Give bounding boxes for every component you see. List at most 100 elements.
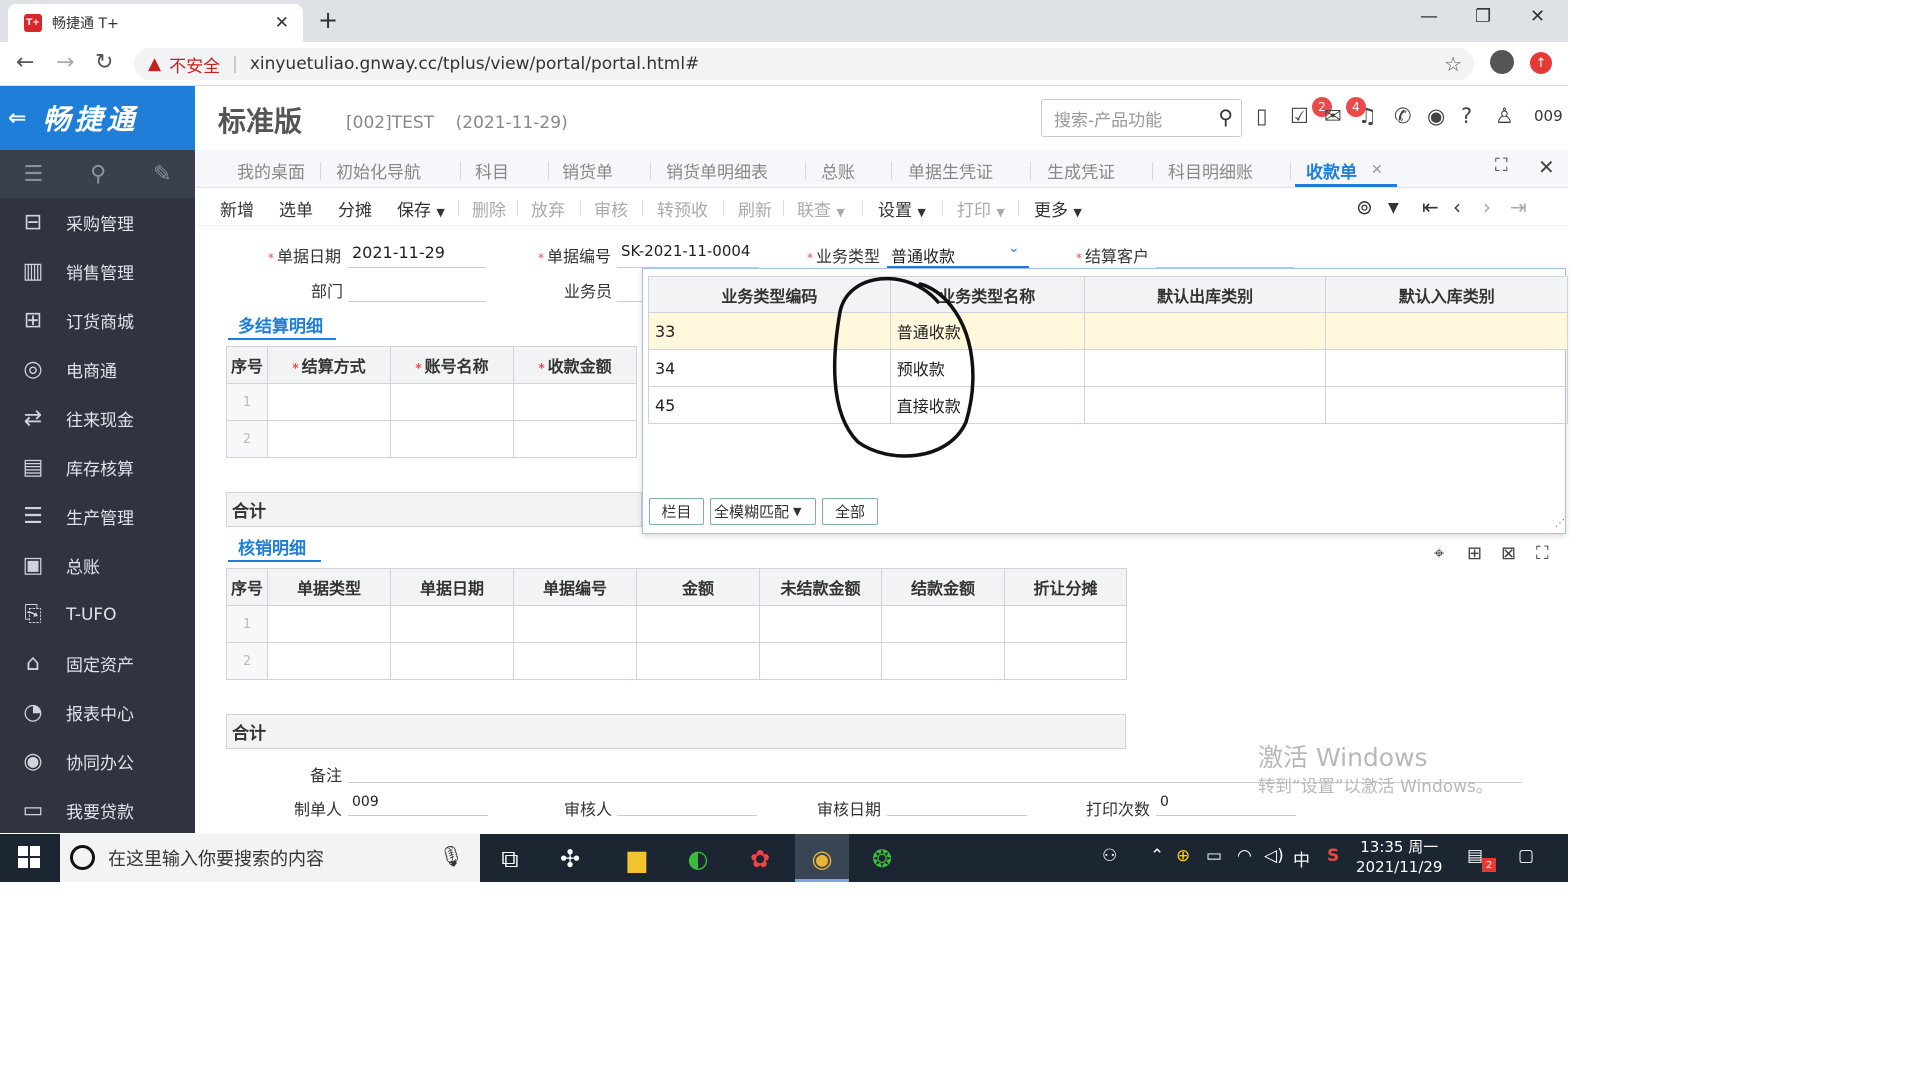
- tray-expand-icon[interactable]: ⌃: [1150, 846, 1164, 866]
- ime-indicator[interactable]: 中: [1293, 846, 1310, 871]
- browser-tab[interactable]: T+ 畅捷通 T+ ✕: [8, 4, 303, 42]
- show-all-button[interactable]: 全部: [822, 498, 878, 525]
- edit-menu-icon[interactable]: ✎: [153, 162, 171, 187]
- product-search-input[interactable]: 搜索-产品功能 ⚲: [1041, 99, 1242, 137]
- battery-icon[interactable]: ▭: [1206, 846, 1222, 866]
- sidebar-item[interactable]: ⊟ 采购管理: [0, 198, 195, 247]
- action-center-icon[interactable]: ▢: [1518, 846, 1534, 866]
- tab-item[interactable]: 科目明细账: [1168, 158, 1253, 183]
- search-icon[interactable]: ⚲: [1218, 105, 1233, 129]
- expand-icon[interactable]: ⛶: [1536, 543, 1549, 564]
- back-button[interactable]: ←: [16, 50, 34, 75]
- paint-app-icon[interactable]: ✿: [740, 840, 780, 878]
- search-menu-icon[interactable]: ⚲: [90, 162, 106, 187]
- sidebar-item[interactable]: ⎘ T-UFO: [0, 590, 195, 639]
- tab-item[interactable]: 科目: [475, 158, 509, 183]
- save-button[interactable]: 保存 ▼: [397, 196, 445, 221]
- add-row-icon[interactable]: ⊞: [1467, 543, 1482, 564]
- message-icon[interactable]: ✉: [1324, 104, 1342, 128]
- tasks-icon[interactable]: ☑: [1290, 104, 1309, 128]
- chevron-down-icon[interactable]: ▼: [1388, 200, 1399, 216]
- phone-icon[interactable]: ✆: [1394, 104, 1412, 128]
- settings-button[interactable]: 设置 ▼: [878, 196, 926, 221]
- date-field[interactable]: 2021-11-29: [352, 243, 445, 262]
- sidebar-item[interactable]: ▣ 总账: [0, 541, 195, 590]
- match-mode-select[interactable]: 全模糊匹配 ▼: [710, 498, 816, 525]
- tab-item[interactable]: 销货单: [562, 158, 613, 183]
- sidebar-item[interactable]: ⌂ 固定资产: [0, 639, 195, 688]
- dept-field[interactable]: [348, 301, 486, 302]
- calculator-icon[interactable]: ▯: [1256, 104, 1268, 128]
- fullscreen-icon[interactable]: ⛶: [1495, 155, 1508, 176]
- first-record-icon[interactable]: ⇤: [1422, 195, 1439, 219]
- update-icon[interactable]: ↑: [1530, 52, 1552, 74]
- sidebar-item[interactable]: ◉ 协同办公: [0, 737, 195, 786]
- view-options-icon[interactable]: ⊚: [1356, 195, 1373, 219]
- table-row[interactable]: 2: [226, 420, 637, 458]
- sidebar-item[interactable]: ▤ 库存核算: [0, 443, 195, 492]
- audit-button[interactable]: 审核: [594, 196, 628, 221]
- tab-item[interactable]: 初始化导航: [336, 158, 421, 183]
- notification-icon[interactable]: ▤: [1467, 846, 1483, 866]
- close-window-button[interactable]: ✕: [1530, 6, 1545, 27]
- bell-icon[interactable]: ♫: [1358, 104, 1377, 128]
- next-record-icon[interactable]: ›: [1483, 195, 1491, 219]
- volume-icon[interactable]: ◁): [1264, 846, 1284, 866]
- microphone-icon[interactable]: 🎙: [439, 844, 464, 868]
- help-icon[interactable]: ?: [1461, 104, 1472, 128]
- settlement-section-title[interactable]: 多结算明细: [238, 312, 323, 337]
- discard-button[interactable]: 放弃: [531, 196, 565, 221]
- app-logo[interactable]: ⇐ 畅捷通: [0, 86, 195, 150]
- table-row[interactable]: 2: [226, 642, 1127, 680]
- type-select[interactable]: 普通收款: [891, 243, 955, 267]
- more-button[interactable]: 更多 ▼: [1034, 196, 1082, 221]
- collapse-menu-icon[interactable]: ⇐: [8, 106, 30, 131]
- chevron-down-icon[interactable]: ⌄: [1008, 240, 1020, 256]
- select-button[interactable]: 选单: [279, 196, 313, 221]
- writeoff-section-title[interactable]: 核销明细: [238, 534, 306, 559]
- bookmark-star-icon[interactable]: ☆: [1444, 52, 1462, 76]
- sogou-ime-icon[interactable]: S: [1327, 846, 1339, 866]
- task-view-icon[interactable]: ⧉: [490, 840, 530, 878]
- table-row[interactable]: 1: [226, 383, 637, 421]
- close-all-tabs-icon[interactable]: ✕: [1538, 155, 1555, 179]
- forward-button[interactable]: →: [56, 50, 74, 75]
- refresh-button[interactable]: 刷新: [738, 196, 772, 221]
- url-field[interactable]: ▲ 不安全 | xinyuetuliao.gnway.cc/tplus/view…: [134, 48, 1474, 80]
- split-button[interactable]: 分摊: [338, 196, 372, 221]
- query-button[interactable]: 联查 ▼: [797, 196, 845, 221]
- profile-avatar-icon[interactable]: [1490, 50, 1514, 74]
- tab-item[interactable]: 销货单明细表: [666, 158, 768, 183]
- columns-button[interactable]: 栏目: [649, 498, 704, 525]
- sidebar-item[interactable]: ▥ 销售管理: [0, 247, 195, 296]
- tab-item[interactable]: 收款单: [1306, 158, 1357, 183]
- sidebar-item[interactable]: ⇄ 往来现金: [0, 394, 195, 443]
- windows-start-icon[interactable]: [18, 846, 40, 868]
- tab-item[interactable]: 我的桌面: [237, 158, 305, 183]
- reload-button[interactable]: ↻: [95, 50, 113, 75]
- minimize-button[interactable]: —: [1420, 6, 1438, 27]
- browser-app-icon[interactable]: ◐: [678, 840, 718, 878]
- people-icon[interactable]: ⚇: [1102, 846, 1117, 866]
- prev-record-icon[interactable]: ‹: [1453, 195, 1461, 219]
- resize-handle-icon[interactable]: ⋰: [1555, 518, 1565, 529]
- print-button[interactable]: 打印 ▼: [957, 196, 1005, 221]
- staff-field[interactable]: [617, 301, 642, 302]
- wifi-icon[interactable]: ◠: [1237, 846, 1252, 866]
- pinwheel-app-icon[interactable]: ✣: [550, 840, 590, 878]
- chrome-icon[interactable]: ◉: [802, 840, 842, 878]
- restore-button[interactable]: ❐: [1475, 6, 1491, 27]
- type-option-row[interactable]: 45 直接收款: [648, 386, 1568, 424]
- to-prepay-button[interactable]: 转预收: [657, 196, 708, 221]
- close-tab-icon[interactable]: ✕: [275, 13, 289, 33]
- new-button[interactable]: 新增: [220, 196, 254, 221]
- type-option-row[interactable]: 34 预收款: [648, 349, 1568, 387]
- last-record-icon[interactable]: ⇥: [1510, 195, 1527, 219]
- table-row[interactable]: 1: [226, 605, 1127, 643]
- sidebar-item[interactable]: ⊞ 订货商城: [0, 296, 195, 345]
- user-icon[interactable]: ♙: [1495, 104, 1514, 128]
- taskbar-search[interactable]: 在这里输入你要搜索的内容 🎙: [60, 834, 480, 882]
- file-explorer-icon[interactable]: ▆: [617, 840, 657, 878]
- tab-item[interactable]: 单据生凭证: [908, 158, 993, 183]
- sidebar-item[interactable]: ◔ 报表中心: [0, 688, 195, 737]
